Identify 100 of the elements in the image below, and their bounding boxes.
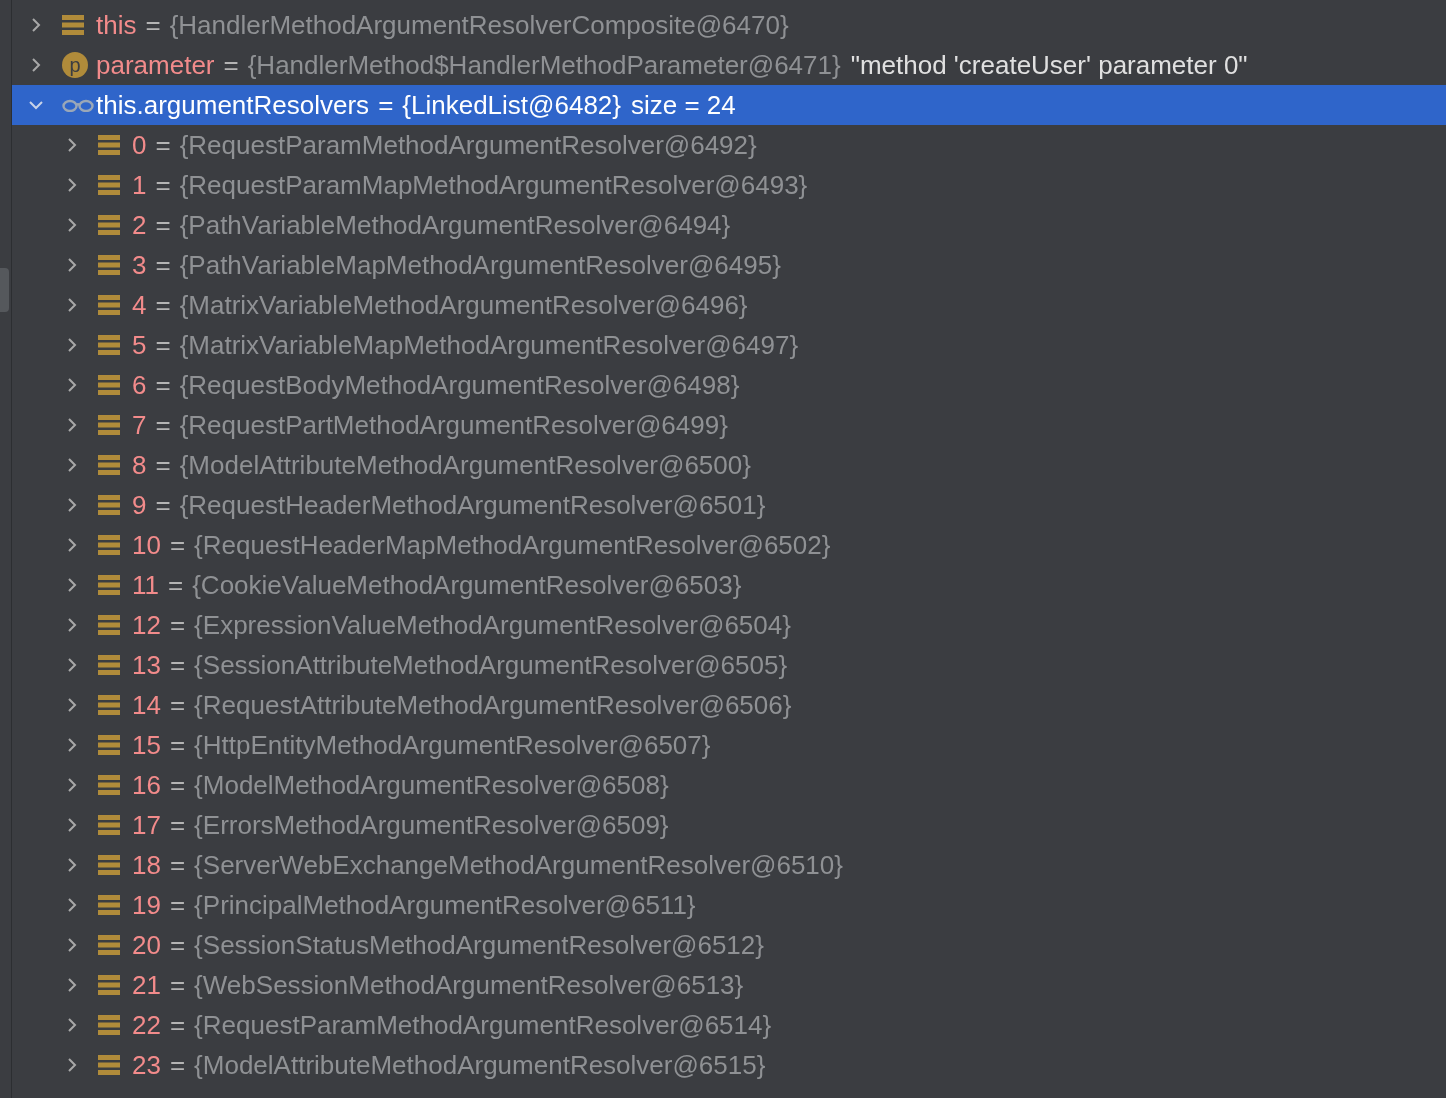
- field-icon: [98, 695, 120, 715]
- variable-value: {SessionStatusMethodArgumentResolver@6512}: [194, 929, 764, 961]
- variable-value: {HttpEntityMethodArgumentResolver@6507}: [194, 729, 711, 761]
- equals-sign: =: [169, 729, 186, 761]
- equals-sign: =: [155, 129, 171, 161]
- field-icon: [98, 255, 120, 275]
- equals-sign: =: [155, 209, 171, 241]
- variable-name: 5: [132, 329, 147, 361]
- equals-sign: =: [155, 289, 171, 321]
- field-icon: [98, 415, 120, 435]
- field-icon: [98, 575, 120, 595]
- equals-sign: =: [169, 809, 186, 841]
- equals-sign: =: [155, 169, 171, 201]
- field-icon: [98, 1055, 120, 1075]
- equals-sign: =: [155, 369, 171, 401]
- equals-sign: =: [169, 649, 186, 681]
- variable-name: 10: [132, 529, 161, 561]
- variable-name: 18: [132, 849, 161, 881]
- field-icon: [98, 295, 120, 315]
- variable-name: this.argumentResolvers: [96, 89, 370, 121]
- field-icon: [98, 375, 120, 395]
- variable-value: {PathVariableMethodArgumentResolver@6494}: [179, 209, 731, 241]
- variable-name: this: [96, 9, 137, 41]
- variable-value: {WebSessionMethodArgumentResolver@6513}: [194, 969, 744, 1001]
- equals-sign: =: [169, 1049, 186, 1081]
- variable-value: {RequestParamMethodArgumentResolver@6514}: [194, 1009, 772, 1041]
- equals-sign: =: [169, 1009, 186, 1041]
- field-icon: [98, 935, 120, 955]
- variable-value: {RequestParamMapMethodArgumentResolver@6493}: [179, 169, 808, 201]
- variable-name: 11: [132, 569, 159, 601]
- variable-name: 6: [132, 369, 147, 401]
- variable-name: 0: [132, 129, 147, 161]
- variable-name: 1: [132, 169, 147, 201]
- variable-value: {HandlerMethod$HandlerMethodParameter@6471}: [247, 49, 841, 81]
- selected-row[interactable]: this.argumentResolvers = {LinkedList@6482} size = 24: [12, 85, 1446, 125]
- variable-value: {ExpressionValueMethodArgumentResolver@6504}: [194, 609, 791, 641]
- variable-name: 7: [132, 409, 147, 441]
- field-icon: [98, 335, 120, 355]
- equals-sign: =: [169, 849, 186, 881]
- equals-sign: =: [145, 9, 161, 41]
- equals-sign: =: [155, 249, 171, 281]
- field-icon: [98, 495, 120, 515]
- field-icon: [98, 1015, 120, 1035]
- variable-value: {CookieValueMethodArgumentResolver@6503}: [192, 569, 742, 601]
- equals-sign: =: [169, 689, 186, 721]
- equals-sign: =: [169, 529, 186, 561]
- equals-sign: =: [378, 89, 394, 121]
- variable-value: {RequestBodyMethodArgumentResolver@6498}: [179, 369, 740, 401]
- field-icon: [98, 815, 120, 835]
- variable-value: {SessionAttributeMethodArgumentResolver@6505}: [194, 649, 788, 681]
- variable-name: 2: [132, 209, 147, 241]
- equals-sign: =: [155, 489, 171, 521]
- value-detail: size = 24: [631, 89, 736, 121]
- variable-name: 4: [132, 289, 147, 321]
- field-icon: [98, 175, 120, 195]
- equals-sign: =: [169, 769, 186, 801]
- glasses-icon: [62, 98, 94, 112]
- variable-value: {PathVariableMapMethodArgumentResolver@6495}: [179, 249, 781, 281]
- variable-name: 12: [132, 609, 161, 641]
- field-icon: [98, 535, 120, 555]
- field-icon: [98, 655, 120, 675]
- equals-sign: =: [168, 569, 184, 601]
- variable-value: {HandlerMethodArgumentResolverComposite@6470}: [169, 9, 789, 41]
- value-detail: "method 'createUser' parameter 0": [850, 49, 1248, 81]
- variable-name: 19: [132, 889, 161, 921]
- variable-name: 22: [132, 1009, 161, 1041]
- variable-value: {ModelMethodArgumentResolver@6508}: [194, 769, 669, 801]
- variable-value: {RequestHeaderMethodArgumentResolver@6501}: [179, 489, 766, 521]
- variable-name: parameter: [96, 49, 215, 81]
- variable-name: 20: [132, 929, 161, 961]
- variable-value: {ModelAttributeMethodArgumentResolver@6500}: [179, 449, 751, 481]
- variable-name: 3: [132, 249, 147, 281]
- field-icon: [98, 455, 120, 475]
- field-icon: [98, 135, 120, 155]
- equals-sign: =: [155, 329, 171, 361]
- field-icon: [62, 15, 84, 35]
- field-icon: [98, 615, 120, 635]
- field-icon: [98, 895, 120, 915]
- variable-value: {RequestPartMethodArgumentResolver@6499}: [179, 409, 728, 441]
- collapse-handle[interactable]: [0, 268, 9, 312]
- equals-sign: =: [169, 609, 186, 641]
- variable-name: 9: [132, 489, 147, 521]
- variable-value: {MatrixVariableMapMethodArgumentResolver@6497}: [179, 329, 799, 361]
- equals-sign: =: [223, 49, 239, 81]
- variable-value: {ErrorsMethodArgumentResolver@6509}: [194, 809, 669, 841]
- variable-value: {RequestParamMethodArgumentResolver@6492}: [179, 129, 757, 161]
- variable-name: 17: [132, 809, 161, 841]
- field-icon: [98, 775, 120, 795]
- equals-sign: =: [169, 929, 186, 961]
- variable-value: {RequestAttributeMethodArgumentResolver@6506}: [194, 689, 792, 721]
- equals-sign: =: [169, 889, 186, 921]
- variable-value: {RequestHeaderMapMethodArgumentResolver@6502}: [194, 529, 831, 561]
- equals-sign: =: [155, 449, 171, 481]
- variable-value: {ModelAttributeMethodArgumentResolver@6515}: [194, 1049, 766, 1081]
- variable-name: 21: [132, 969, 161, 1001]
- variable-name: 13: [132, 649, 161, 681]
- variable-value: {MatrixVariableMethodArgumentResolver@6496}: [179, 289, 748, 321]
- field-icon: [98, 855, 120, 875]
- equals-sign: =: [155, 409, 171, 441]
- equals-sign: =: [169, 969, 186, 1001]
